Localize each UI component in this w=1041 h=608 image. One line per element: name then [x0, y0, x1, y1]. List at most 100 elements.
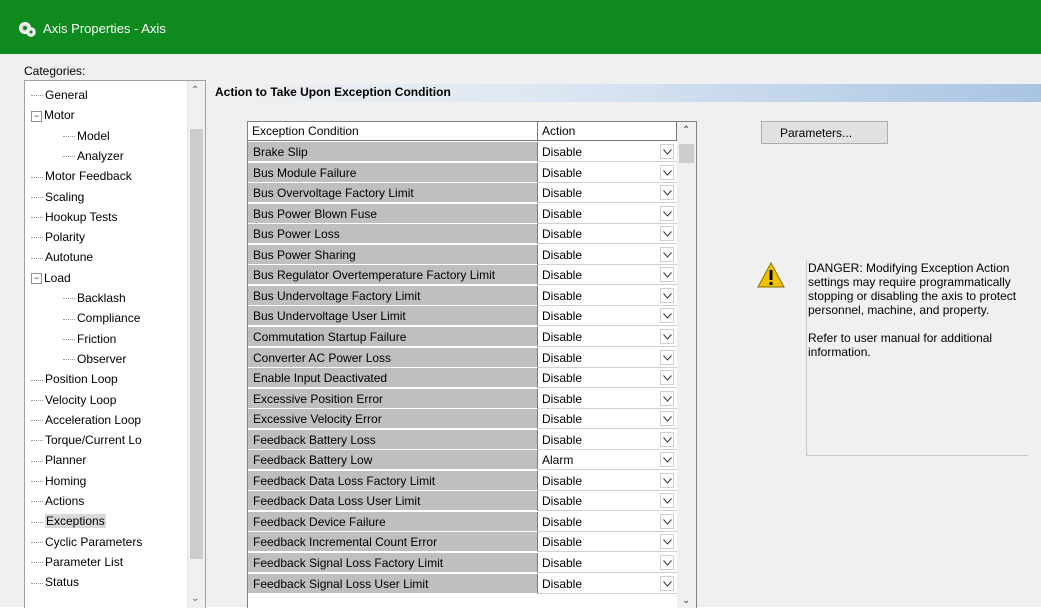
collapse-icon[interactable]: − [31, 110, 42, 122]
table-row[interactable]: Converter AC Power Loss Disable [248, 347, 677, 368]
tree-item[interactable]: Position Loop [31, 369, 118, 389]
action-select[interactable]: Disable [538, 470, 677, 491]
tree-item[interactable]: Cyclic Parameters [31, 532, 142, 552]
tree-item[interactable]: Motor Feedback [31, 166, 132, 186]
tree-item[interactable]: General [31, 85, 88, 105]
table-row[interactable]: Enable Input Deactivated Disable [248, 368, 677, 389]
action-select[interactable]: Disable [538, 347, 677, 368]
table-row[interactable]: Bus Undervoltage Factory Limit Disable [248, 285, 677, 306]
table-row[interactable]: Bus Undervoltage User Limit Disable [248, 306, 677, 327]
categories-tree[interactable]: General − Motor Model Analyzer Motor Feedback… [24, 80, 206, 608]
table-row[interactable]: Feedback Data Loss Factory Limit Disable [248, 470, 677, 491]
table-row[interactable]: Brake Slip Disable [248, 142, 677, 162]
action-select[interactable]: Disable [538, 265, 677, 286]
chevron-down-icon[interactable] [660, 287, 674, 303]
table-row[interactable]: Feedback Device Failure Disable [248, 511, 677, 532]
table-row[interactable]: Bus Power Blown Fuse Disable [248, 203, 677, 224]
collapse-icon[interactable]: − [31, 273, 42, 285]
action-select[interactable]: Disable [538, 388, 677, 409]
tree-item[interactable]: Observer [63, 349, 126, 369]
action-select[interactable]: Disable [538, 203, 677, 224]
table-row[interactable]: Bus Power Loss Disable [248, 224, 677, 245]
tree-item[interactable]: Autotune [31, 247, 93, 267]
table-row[interactable]: Commutation Startup Failure Disable [248, 326, 677, 347]
chevron-down-icon[interactable] [660, 349, 674, 365]
tree-item[interactable]: Backlash [63, 288, 126, 308]
chevron-down-icon[interactable] [660, 390, 674, 406]
tree-item[interactable]: Analyzer [63, 146, 124, 166]
scroll-down-icon[interactable]: ⌄ [191, 593, 199, 604]
grid-scrollbar[interactable]: ⌃ ⌄ [677, 122, 696, 608]
action-select[interactable]: Disable [538, 511, 677, 532]
action-select[interactable]: Disable [538, 142, 677, 162]
action-select[interactable]: Disable [538, 532, 677, 553]
chevron-down-icon[interactable] [660, 534, 674, 550]
action-select[interactable]: Disable [538, 368, 677, 389]
scroll-up-icon[interactable]: ⌃ [191, 85, 199, 96]
chevron-down-icon[interactable] [660, 431, 674, 447]
tree-scroll-thumb[interactable] [190, 129, 203, 559]
chevron-down-icon[interactable] [660, 452, 674, 468]
tree-scrollbar[interactable]: ⌃ ⌄ [187, 81, 205, 608]
chevron-down-icon[interactable] [660, 575, 674, 591]
table-row[interactable]: Bus Module Failure Disable [248, 162, 677, 183]
tree-item[interactable]: − Motor [31, 105, 75, 125]
exception-grid[interactable]: Exception Condition Action Brake Slip Dis… [247, 121, 697, 608]
action-select[interactable]: Disable [538, 183, 677, 204]
scroll-up-icon[interactable]: ⌃ [682, 125, 690, 136]
chevron-down-icon[interactable] [660, 555, 674, 570]
tree-item[interactable]: Compliance [63, 308, 140, 328]
tree-item[interactable]: Polarity [31, 227, 85, 247]
tree-item[interactable]: Scaling [31, 187, 84, 207]
chevron-down-icon[interactable] [660, 267, 674, 283]
parameters-button[interactable]: Parameters... [761, 121, 888, 144]
action-select[interactable]: Disable [538, 491, 677, 512]
table-row[interactable]: Excessive Velocity Error Disable [248, 409, 677, 430]
action-select[interactable]: Disable [538, 224, 677, 245]
action-select[interactable]: Disable [538, 162, 677, 183]
chevron-down-icon[interactable] [660, 513, 674, 529]
chevron-down-icon[interactable] [660, 328, 674, 344]
chevron-down-icon[interactable] [660, 472, 674, 488]
table-row[interactable]: Bus Overvoltage Factory Limit Disable [248, 183, 677, 204]
action-select[interactable]: Disable [538, 409, 677, 430]
tree-item[interactable]: − Load [31, 268, 71, 288]
chevron-down-icon[interactable] [660, 370, 674, 386]
action-select[interactable]: Disable [538, 553, 677, 573]
chevron-down-icon[interactable] [660, 164, 674, 180]
tree-item[interactable]: Homing [31, 471, 86, 491]
table-row[interactable]: Feedback Signal Loss User Limit Disable [248, 573, 677, 594]
chevron-down-icon[interactable] [660, 246, 674, 262]
action-select[interactable]: Disable [538, 326, 677, 347]
tree-item[interactable]: Model [63, 126, 110, 146]
table-row[interactable]: Feedback Battery Loss Disable [248, 429, 677, 450]
tree-item[interactable]: Acceleration Loop [31, 410, 141, 430]
tree-item[interactable]: Parameter List [31, 552, 123, 572]
tree-item[interactable]: Velocity Loop [31, 390, 116, 410]
tree-item[interactable]: Torque/Current Lo [31, 430, 142, 450]
action-select[interactable]: Disable [538, 573, 677, 594]
tree-item[interactable]: Hookup Tests [31, 207, 118, 227]
action-select[interactable]: Disable [538, 429, 677, 450]
chevron-down-icon[interactable] [660, 185, 674, 201]
table-row[interactable]: Bus Regulator Overtemperature Factory Li… [248, 265, 677, 286]
action-select[interactable]: Disable [538, 285, 677, 306]
chevron-down-icon[interactable] [660, 411, 674, 427]
chevron-down-icon[interactable] [660, 308, 674, 324]
table-row[interactable]: Feedback Battery Low Alarm [248, 450, 677, 471]
chevron-down-icon[interactable] [660, 493, 674, 509]
table-row[interactable]: Feedback Incremental Count Error Disable [248, 532, 677, 553]
chevron-down-icon[interactable] [660, 205, 674, 221]
chevron-down-icon[interactable] [660, 226, 674, 242]
action-select[interactable]: Disable [538, 244, 677, 265]
chevron-down-icon[interactable] [660, 144, 674, 159]
table-row[interactable]: Excessive Position Error Disable [248, 388, 677, 409]
table-row[interactable]: Bus Power Sharing Disable [248, 244, 677, 265]
tree-item[interactable]: Actions [31, 491, 84, 511]
column-header-condition[interactable]: Exception Condition [248, 122, 538, 141]
scroll-down-icon[interactable]: ⌄ [682, 595, 690, 606]
action-select[interactable]: Disable [538, 306, 677, 327]
column-header-action[interactable]: Action [538, 122, 677, 141]
tree-item[interactable]: Planner [31, 450, 86, 470]
tree-item[interactable]: Friction [63, 329, 116, 349]
